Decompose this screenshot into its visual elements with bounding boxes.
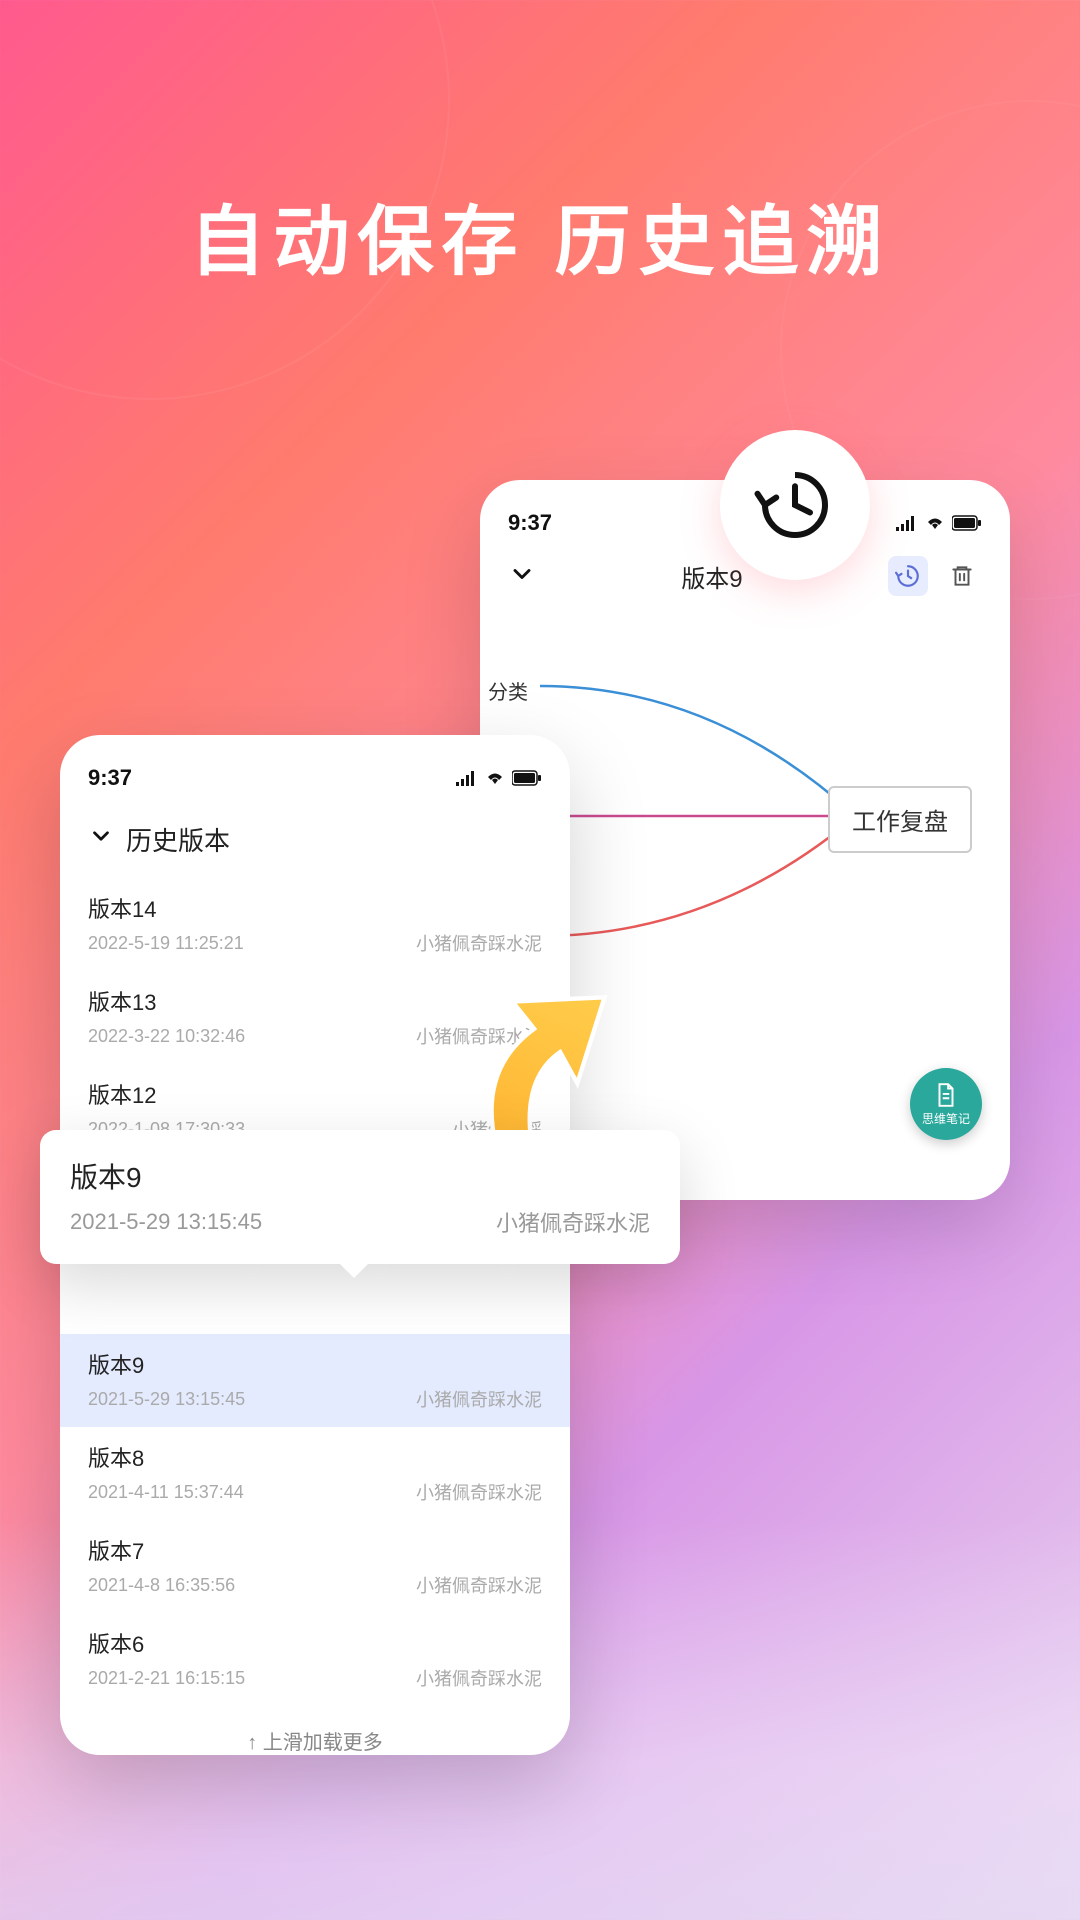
notes-fab[interactable]: 思维笔记 xyxy=(910,1068,982,1140)
bg-decoration xyxy=(0,0,450,400)
back-button[interactable] xyxy=(508,560,536,593)
version-name: 版本14 xyxy=(88,892,542,924)
status-icons xyxy=(456,770,542,786)
version-item[interactable]: 版本6 2021-2-21 16:15:15 小猪佩奇踩水泥 xyxy=(60,1613,570,1706)
version-item[interactable]: 版本8 2021-4-11 15:37:44 小猪佩奇踩水泥 xyxy=(60,1427,570,1520)
fab-label: 思维笔记 xyxy=(922,1110,970,1127)
history-button[interactable] xyxy=(888,556,928,596)
cellular-signal-icon xyxy=(456,770,478,786)
history-icon xyxy=(750,460,840,550)
version-author: 小猪佩奇踩水泥 xyxy=(416,1386,542,1412)
version-author: 小猪佩奇踩水泥 xyxy=(416,1479,542,1505)
delete-button[interactable] xyxy=(942,556,982,596)
version-date: 2022-5-19 11:25:21 xyxy=(88,933,244,954)
status-bar: 9:37 xyxy=(60,765,570,791)
tooltip-version-date: 2021-5-29 13:15:45 xyxy=(70,1209,262,1235)
version-author: 小猪佩奇踩水泥 xyxy=(416,930,542,956)
status-time: 9:37 xyxy=(88,765,132,791)
version-item[interactable]: 版本7 2021-4-8 16:35:56 小猪佩奇踩水泥 xyxy=(60,1520,570,1613)
wifi-icon xyxy=(924,515,946,531)
version-name: 版本8 xyxy=(88,1441,542,1473)
history-header: 历史版本 xyxy=(60,811,570,878)
load-more-hint: ↑ 上滑加载更多 xyxy=(60,1706,570,1775)
version-date: 2021-4-8 16:35:56 xyxy=(88,1575,235,1596)
version-name: 版本9 xyxy=(88,1348,542,1380)
version-tooltip: 版本9 2021-5-29 13:15:45 小猪佩奇踩水泥 xyxy=(40,1130,680,1264)
tooltip-version-author: 小猪佩奇踩水泥 xyxy=(496,1206,650,1238)
cellular-signal-icon xyxy=(896,515,918,531)
history-title: 历史版本 xyxy=(126,821,230,858)
tooltip-version-name: 版本9 xyxy=(70,1156,650,1196)
app-bar: 版本9 xyxy=(508,556,982,596)
back-button[interactable] xyxy=(88,823,114,856)
version-author: 小猪佩奇踩水泥 xyxy=(416,1665,542,1691)
history-feature-badge xyxy=(720,430,870,580)
version-name: 版本7 xyxy=(88,1534,542,1566)
version-item-selected[interactable]: 版本9 2021-5-29 13:15:45 小猪佩奇踩水泥 xyxy=(60,1334,570,1427)
battery-icon xyxy=(512,770,542,786)
status-time: 9:37 xyxy=(508,510,552,536)
version-name: 版本6 xyxy=(88,1627,542,1659)
version-date: 2021-2-21 16:15:15 xyxy=(88,1668,245,1689)
status-icons xyxy=(896,515,982,531)
document-icon xyxy=(933,1082,959,1108)
battery-icon xyxy=(952,515,982,531)
wifi-icon xyxy=(484,770,506,786)
version-date: 2021-5-29 13:15:45 xyxy=(88,1389,245,1410)
version-date: 2022-3-22 10:32:46 xyxy=(88,1026,245,1047)
mindmap-node[interactable]: 分类 xyxy=(488,676,528,705)
document-title: 版本9 xyxy=(681,559,742,594)
version-item[interactable]: 版本14 2022-5-19 11:25:21 小猪佩奇踩水泥 xyxy=(60,878,570,971)
mindmap-root-node[interactable]: 工作复盘 xyxy=(828,786,972,853)
version-author: 小猪佩奇踩水泥 xyxy=(416,1572,542,1598)
version-date: 2021-4-11 15:37:44 xyxy=(88,1482,244,1503)
tooltip-tail xyxy=(340,1264,368,1278)
